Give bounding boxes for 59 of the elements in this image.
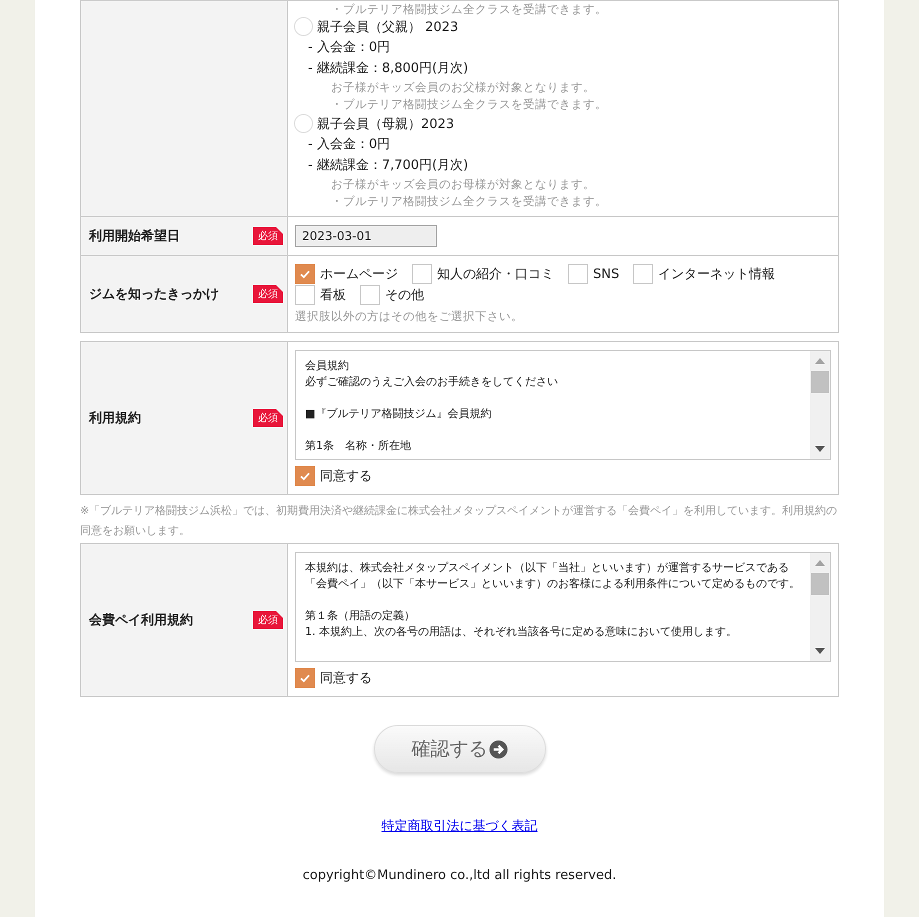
terms-text: 本規約は、株式会社メタップスペイメント（以下「当社」といいます）が運営するサービスである「会費ペイ」（以下「本サービス」といいます）のお客様による利用条件について定めるものです。 — [305, 560, 801, 592]
scrollbar-thumb[interactable] — [811, 573, 829, 595]
plan-name: 親子会員（父親） 2023 — [317, 18, 458, 36]
legal-link[interactable]: 特定商取引法に基づく表記 — [382, 817, 538, 835]
terms-text: 第１条（用語の定義） — [305, 608, 416, 624]
confirm-button[interactable]: 確認する — [374, 725, 546, 773]
option-label: SNS — [593, 266, 620, 282]
plan-fee: - 継続課金：8,800円(月次) — [308, 60, 470, 78]
field-label: 利用規約 — [89, 410, 141, 427]
down-arrow-icon[interactable] — [814, 445, 826, 453]
option-label: 看板 — [320, 287, 346, 304]
plan-fee: - 継続課金：7,700円(月次) — [308, 157, 470, 175]
checkbox[interactable] — [295, 668, 315, 688]
terms-text: ■『ブルテリア格闘技ジム』会員規約 — [305, 406, 492, 422]
radio-button[interactable] — [294, 17, 313, 36]
scrollbar[interactable] — [810, 553, 830, 661]
terms-text: 第1条 名称・所在地 — [305, 438, 412, 454]
scrollbar-thumb[interactable] — [811, 371, 829, 393]
checkbox[interactable] — [568, 264, 588, 284]
checkbox[interactable] — [412, 264, 432, 284]
notice-text: ※「ブルテリア格闘技ジム浜松」では、初期費用決済や継続課金に株式会社メタップスペイメントが運営する「会費ペイ」を利用しています。利用規約の同意をお願いします。 — [80, 503, 838, 539]
terms-text: 1. 本規約上、次の各号の用語は、それぞれ当該各号に定める意味において使用します。 — [305, 624, 738, 640]
plan-note: ・ブルテリア格闘技ジム全クラスを受講できます。 — [331, 96, 608, 113]
up-arrow-icon[interactable] — [814, 559, 826, 567]
plan-note: お子様がキッズ会員のお母様が対象となります。 — [331, 176, 596, 193]
option-label: インターネット情報 — [658, 266, 776, 283]
checkbox[interactable] — [360, 285, 380, 305]
date-input[interactable]: 2023-03-01 — [295, 225, 437, 247]
hint-text: 選択肢以外の方はその他をご選択下さい。 — [295, 309, 524, 324]
copyright-text: copyright©Mundinero co.,ltd all rights reserved. — [302, 868, 616, 883]
scrollbar[interactable] — [810, 351, 830, 459]
checkbox[interactable] — [295, 264, 315, 284]
up-arrow-icon[interactable] — [814, 357, 826, 365]
field-label: ジムを知ったきっかけ — [89, 286, 219, 303]
option-label: 知人の紹介・口コミ — [437, 266, 554, 283]
terms-text: 会員規約 — [305, 358, 350, 374]
agree-label: 同意する — [320, 670, 372, 687]
plan-fee: - 入会金：0円 — [308, 39, 392, 57]
checkbox[interactable] — [633, 264, 654, 284]
option-label: その他 — [385, 287, 424, 304]
required-badge: 必須 — [253, 611, 283, 629]
plan-note: ・ブルテリア格闘技ジム全クラスを受講できます。 — [331, 193, 608, 210]
required-badge: 必須 — [253, 409, 283, 427]
arrow-circle-icon — [488, 740, 508, 758]
down-arrow-icon[interactable] — [814, 647, 826, 655]
checkbox[interactable] — [295, 466, 315, 486]
field-label: 会費ペイ利用規約 — [89, 612, 193, 629]
plan-fee: - 入会金：0円 — [308, 136, 392, 154]
plan-name: 親子会員（母親）2023 — [317, 116, 454, 132]
checkbox[interactable] — [295, 285, 315, 305]
field-label: 利用開始希望日 — [89, 228, 180, 245]
plan-note: お子様がキッズ会員のお父様が対象となります。 — [331, 79, 596, 96]
agree-label: 同意する — [320, 468, 372, 485]
option-label: ホームページ — [320, 266, 398, 283]
terms-text: 必ずご確認のうえご入会のお手続きをしてください — [305, 374, 559, 390]
radio-button[interactable] — [294, 114, 313, 133]
required-badge: 必須 — [253, 227, 283, 245]
plan-note: ・ブルテリア格闘技ジム全クラスを受講できます。 — [331, 2, 608, 16]
required-badge: 必須 — [253, 285, 283, 303]
